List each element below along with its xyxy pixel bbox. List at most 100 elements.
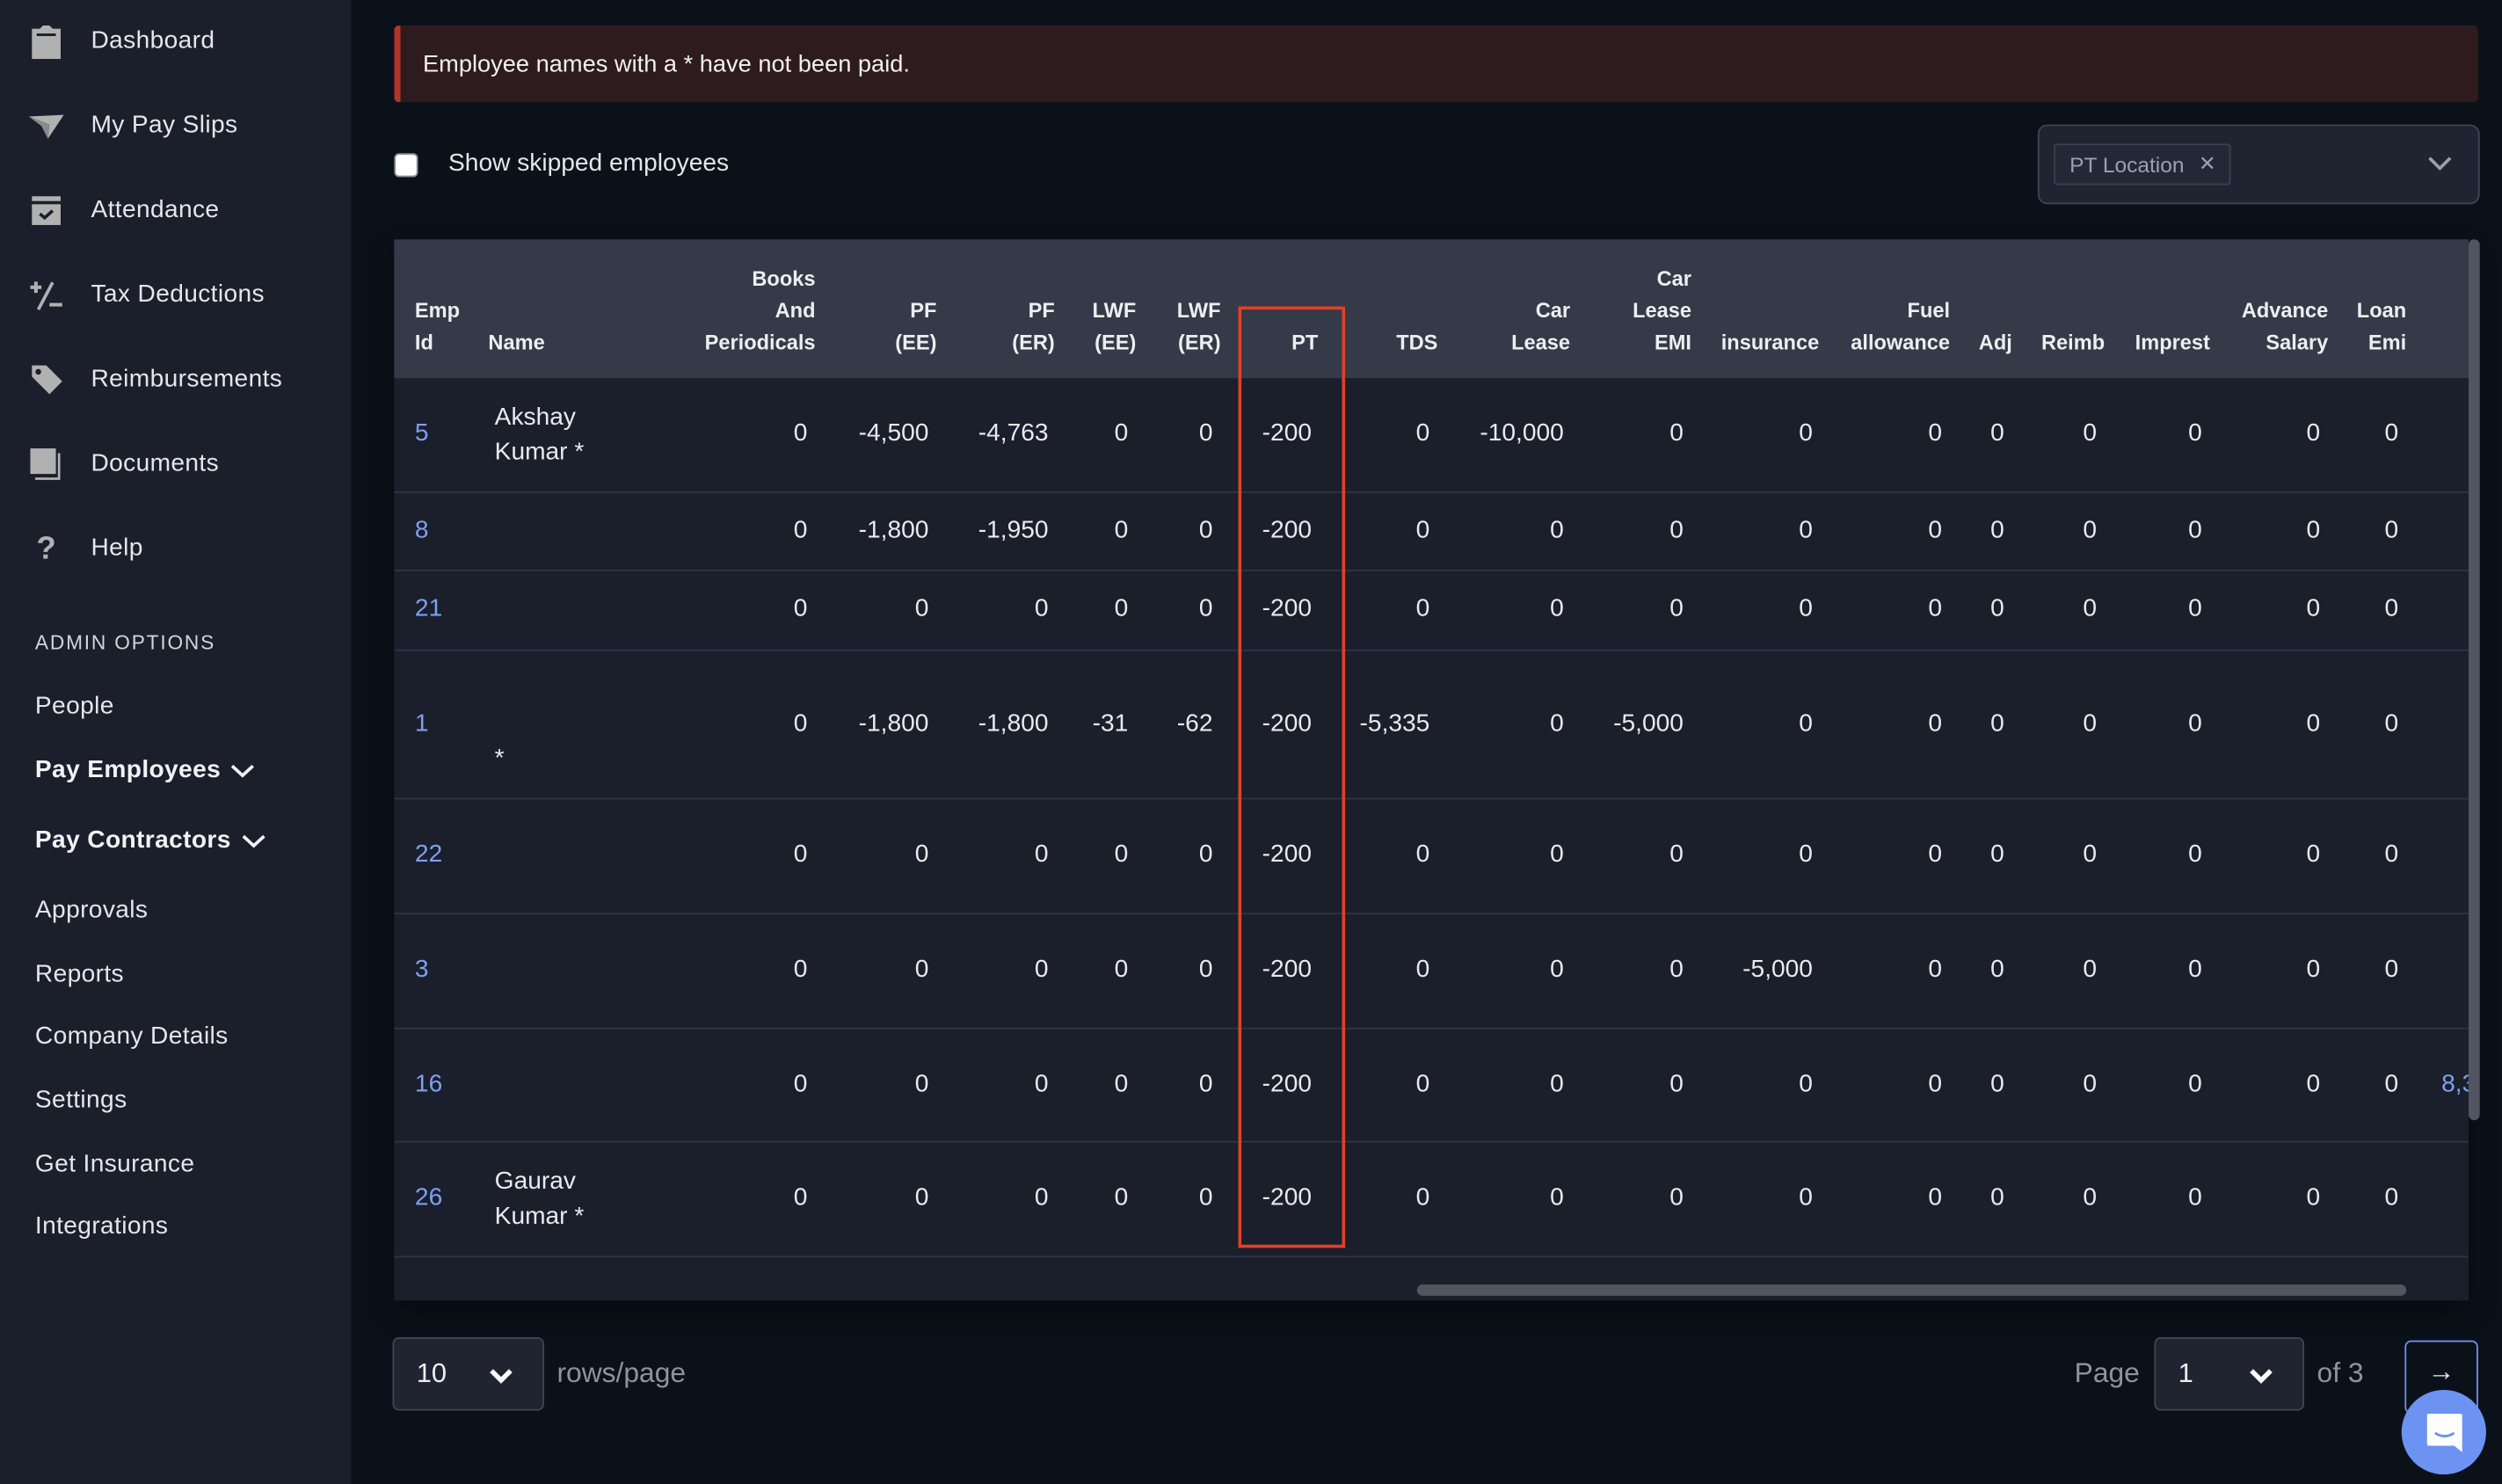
sidebar-item-integrations[interactable]: Integrations — [35, 1212, 168, 1241]
sidebar-item-help[interactable]: ? Help — [0, 517, 351, 581]
emp-id-link[interactable]: 21 — [415, 595, 442, 624]
sidebar-item-documents[interactable]: Documents — [0, 433, 351, 497]
cell-fuel: 0 — [1928, 709, 1942, 737]
chevron-down-icon[interactable] — [2427, 153, 2453, 172]
cell-insurance: 0 — [1799, 595, 1813, 622]
cell-loan-emi: 0 — [2384, 1070, 2399, 1097]
cell-imprest: 0 — [2188, 595, 2202, 622]
cell-tds: 0 — [1415, 516, 1430, 544]
cell-adj: 0 — [1990, 595, 2004, 622]
cell-loan-emi: 0 — [2384, 419, 2399, 447]
cell-tds: 0 — [1415, 840, 1430, 869]
rows-per-page-value: 10 — [416, 1357, 447, 1389]
column-header-reimb[interactable]: Reimb — [2041, 327, 2105, 359]
cell-pf-er: -4,763 — [978, 419, 1049, 447]
page-select[interactable]: 1 — [2154, 1337, 2305, 1411]
horizontal-scrollbar[interactable] — [1416, 1284, 2407, 1296]
emp-id-link[interactable]: 1 — [415, 709, 429, 738]
cell-lwf-er: 0 — [1198, 419, 1213, 447]
sidebar-item-pay-contractors[interactable]: Pay Contractors — [35, 826, 266, 855]
column-header-fuel[interactable]: Fuel allowance — [1851, 295, 1950, 360]
table-row: 21 0 0 0 0 0 -200 0 0 0 0 0 0 0 0 0 0 — [394, 571, 2469, 651]
column-header-lwf-er[interactable]: LWF (ER) — [1177, 295, 1221, 360]
emp-id-link[interactable]: 8 — [415, 516, 429, 545]
sidebar-item-attendance[interactable]: Attendance — [0, 178, 351, 243]
cell-loan-emi: 0 — [2384, 956, 2399, 984]
cell-loan-emi: 0 — [2384, 595, 2399, 622]
emp-id-link[interactable]: 3 — [415, 956, 429, 985]
cell-fuel: 0 — [1928, 595, 1942, 622]
cell-car-lease-emi: 0 — [1669, 840, 1684, 869]
column-header-car-lease[interactable]: Car Lease — [1511, 295, 1570, 360]
sidebar-item-label: Reports — [34, 960, 125, 988]
cell-imprest: 0 — [2188, 956, 2202, 984]
sidebar-item-people[interactable]: People — [35, 693, 114, 722]
sidebar-item-my-pay-slips[interactable]: My Pay Slips — [0, 94, 351, 158]
cell-books: 0 — [793, 419, 808, 447]
show-skipped-checkbox[interactable] — [394, 152, 418, 177]
cell-pf-ee: 0 — [914, 1070, 929, 1097]
close-icon[interactable]: ✕ — [2199, 151, 2216, 177]
cell-lwf-er: -62 — [1176, 709, 1213, 737]
cell-pt: -200 — [1262, 956, 1313, 984]
cell-pf-er: 0 — [1034, 840, 1049, 869]
cell-car-lease-emi: 0 — [1669, 595, 1684, 622]
column-header-insurance[interactable]: insurance — [1721, 327, 1819, 359]
column-filter-select[interactable]: PT Location ✕ — [2037, 124, 2480, 205]
admin-options-heading: ADMIN OPTIONS — [34, 631, 216, 655]
show-skipped-toggle[interactable]: Show skipped employees — [394, 150, 729, 179]
column-header-tds[interactable]: TDS — [1396, 327, 1437, 359]
rows-per-page-select[interactable]: 10 — [392, 1337, 544, 1411]
sidebar-item-tax-deductions[interactable]: Tax Deductions — [0, 263, 351, 327]
cell-tds: 0 — [1415, 1183, 1430, 1211]
emp-id-link[interactable]: 26 — [415, 1184, 442, 1213]
column-header-loan-emi[interactable]: Loan Emi — [2357, 295, 2406, 360]
column-header-advance-salary[interactable]: Advance Salary — [2242, 295, 2328, 360]
emp-id-link[interactable]: 16 — [415, 1070, 442, 1099]
emp-id-link[interactable]: 22 — [415, 841, 442, 870]
cell-lwf-er: 0 — [1198, 956, 1213, 984]
column-header-name[interactable]: Name — [488, 327, 544, 359]
column-header-imprest[interactable]: Imprest — [2135, 327, 2210, 359]
cell-lwf-er: 0 — [1198, 1183, 1213, 1211]
column-header-lwf-ee[interactable]: LWF (EE) — [1093, 295, 1137, 360]
cell-advance-salary: 0 — [2306, 840, 2321, 869]
cell-insurance: 0 — [1799, 419, 1813, 447]
column-header-emp-id[interactable]: Emp Id — [415, 295, 460, 360]
cell-imprest: 0 — [2188, 419, 2202, 447]
sidebar-item-reimbursements[interactable]: Reimbursements — [0, 348, 351, 412]
cell-pf-er: 0 — [1034, 595, 1049, 622]
sidebar-item-get-insurance[interactable]: Get Insurance — [35, 1151, 194, 1180]
column-header-pf-ee[interactable]: PF (EE) — [895, 295, 936, 360]
sidebar-item-settings[interactable]: Settings — [35, 1087, 127, 1116]
column-header-car-lease-emi[interactable]: Car Lease EMI — [1633, 263, 1691, 359]
sidebar-item-label: Attendance — [91, 196, 220, 224]
sidebar-item-approvals[interactable]: Approvals — [35, 897, 148, 926]
column-header-adj[interactable]: Adj — [1979, 327, 2012, 359]
cell-fuel: 0 — [1928, 956, 1942, 984]
column-header-books[interactable]: Books And Periodicals — [705, 263, 816, 359]
current-page-value: 1 — [2178, 1357, 2193, 1389]
column-header-pt[interactable]: PT — [1291, 327, 1318, 359]
chevron-down-icon — [231, 764, 255, 778]
cell-reimb: 0 — [2083, 840, 2098, 869]
cell-tds: 0 — [1415, 595, 1430, 622]
cell-car-lease-emi: 0 — [1669, 956, 1684, 984]
overflow-cell-link[interactable]: 8,3 — [2441, 1070, 2469, 1099]
chevron-down-icon — [242, 834, 265, 848]
sidebar-item-reports[interactable]: Reports — [35, 961, 124, 990]
emp-id-link[interactable]: 5 — [415, 419, 429, 448]
cell-pf-ee: 0 — [914, 595, 929, 622]
rows-per-page-label: rows/page — [556, 1356, 687, 1389]
sidebar-item-dashboard[interactable]: Dashboard — [0, 10, 351, 74]
table-row: 8 0 -1,800 -1,950 0 0 -200 0 0 0 0 0 0 0 0 0 0 — [394, 493, 2469, 571]
cell-imprest: 0 — [2188, 516, 2202, 544]
column-header-pf-er[interactable]: PF (ER) — [1012, 295, 1054, 360]
chat-launcher-button[interactable] — [2401, 1389, 2486, 1475]
sidebar-item-pay-employees[interactable]: Pay Employees — [35, 756, 256, 785]
sidebar-item-company-details[interactable]: Company Details — [35, 1022, 229, 1051]
cell-car-lease: -10,000 — [1480, 419, 1564, 447]
vertical-scrollbar[interactable] — [2468, 239, 2480, 1121]
documents-icon — [29, 447, 64, 482]
sidebar-item-label: Approvals — [34, 897, 149, 924]
